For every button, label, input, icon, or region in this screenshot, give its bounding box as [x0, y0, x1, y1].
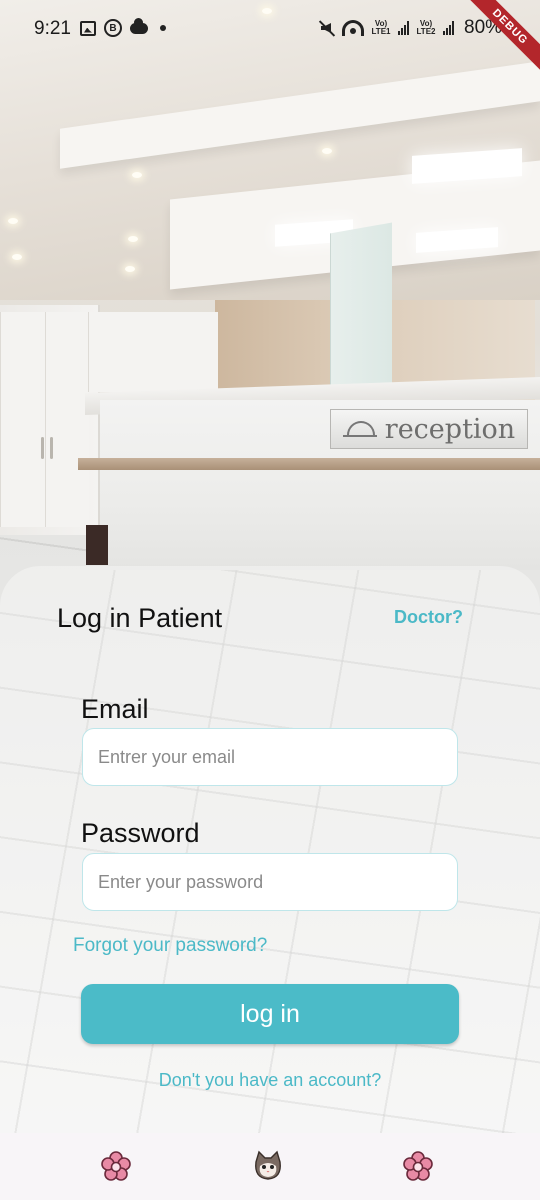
ceiling-spotlight [322, 148, 332, 154]
cabinet-handle [41, 437, 44, 459]
signal-2-icon [443, 21, 454, 35]
nav-flower-right[interactable] [402, 1150, 434, 1182]
login-button[interactable]: log in [81, 984, 459, 1044]
bottom-navigation [0, 1133, 540, 1200]
reception-desk-ledge [78, 458, 540, 470]
cat-face-icon [255, 1150, 281, 1180]
dark-post [86, 525, 108, 565]
ceiling-spotlight [125, 266, 135, 272]
login-card [0, 566, 540, 1133]
page-title: Log in Patient [57, 603, 223, 633]
wifi-icon [342, 20, 364, 36]
mute-icon [318, 19, 336, 37]
ceiling-spotlight [12, 254, 22, 260]
flower-icon [403, 1151, 433, 1181]
password-label: Password [81, 818, 200, 848]
status-bar: 9:21 B Vo) LTE1 Vo) LTE2 80% DEBUG [0, 0, 540, 76]
sign-logo-icon [342, 421, 377, 437]
wall-cabinet [88, 312, 218, 392]
more-dot-icon [160, 25, 166, 31]
doctor-login-link[interactable]: Doctor? [394, 607, 463, 628]
cabinet-edge [0, 312, 44, 527]
signal-1-icon [398, 21, 409, 35]
cloud-icon [130, 17, 148, 34]
ceiling-spotlight [128, 236, 138, 242]
network-2-label: Vo) LTE2 [416, 19, 436, 36]
email-label: Email [81, 694, 149, 724]
glass-partition [330, 222, 392, 399]
password-field[interactable] [82, 853, 458, 911]
gallery-icon [80, 20, 96, 36]
cabinet-handle [50, 437, 53, 459]
signup-link[interactable]: Don't you have an account? [0, 1070, 540, 1091]
network-1-label: Vo) LTE1 [371, 19, 391, 36]
reception-sign: reception [330, 409, 528, 449]
cabinet-door [45, 312, 89, 527]
status-notification-icons: B [80, 17, 166, 37]
status-time: 9:21 [34, 18, 71, 39]
ceiling-spotlight [8, 218, 18, 224]
b-badge-icon: B [104, 19, 122, 37]
nav-cat-home[interactable] [252, 1150, 284, 1182]
reception-sign-text: reception [384, 413, 516, 445]
status-system-icons: Vo) LTE1 Vo) LTE2 80% [318, 17, 502, 39]
cabinet-door [0, 312, 45, 527]
forgot-password-link[interactable]: Forgot your password? [73, 935, 267, 957]
nav-flower-left[interactable] [100, 1150, 132, 1182]
email-field[interactable] [82, 728, 458, 786]
flower-icon [101, 1151, 131, 1181]
ceiling-spotlight [132, 172, 142, 178]
